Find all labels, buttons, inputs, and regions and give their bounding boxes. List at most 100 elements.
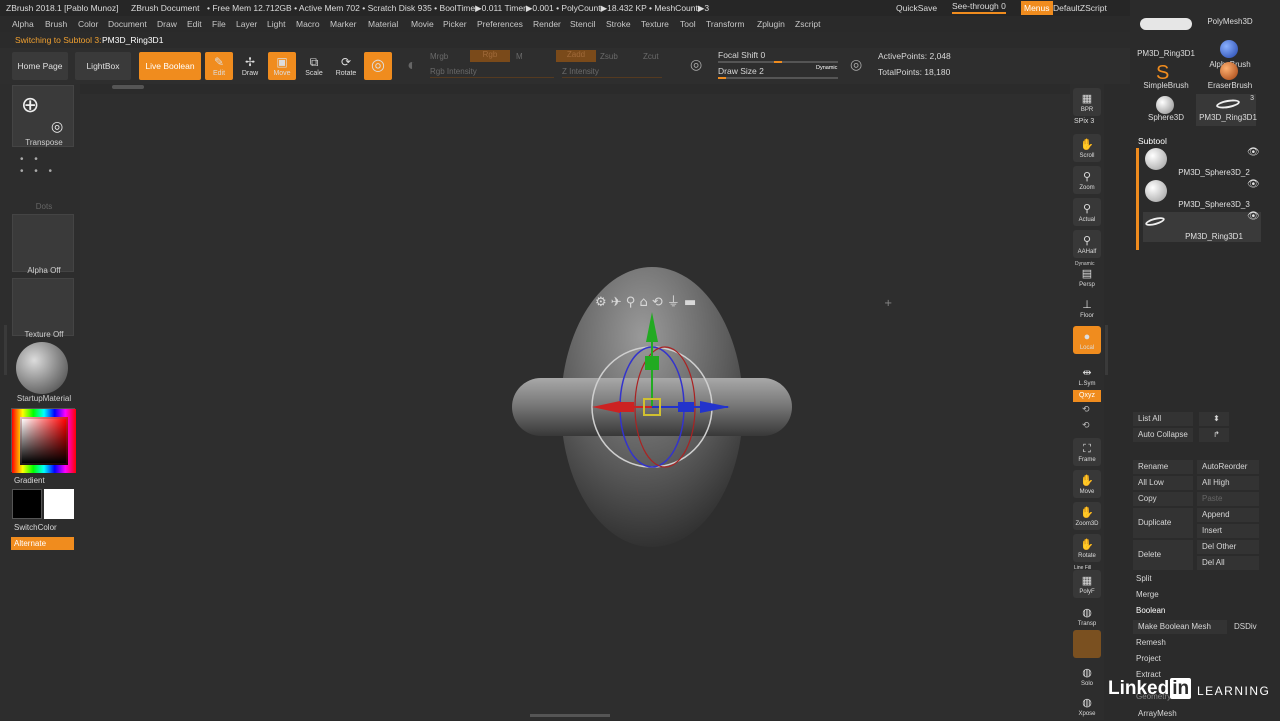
viewport-canvas[interactable]: ⚙ ✈ ⚲ ⌂ ⟲ ⏚ ▬ + xyxy=(80,94,1070,720)
menu-layer[interactable]: Layer xyxy=(236,16,257,32)
secondary-color-swatch[interactable] xyxy=(12,489,42,519)
rotate-view-button[interactable]: ✋ Rotate xyxy=(1073,534,1101,562)
rgb-toggle[interactable]: Rgb xyxy=(470,50,510,62)
arraymesh-menu[interactable]: ArrayMesh xyxy=(1133,707,1259,721)
rgb-intensity-slider[interactable]: Rgb Intensity xyxy=(430,67,477,76)
del-all-button[interactable]: Del All xyxy=(1197,556,1259,570)
visibility-eye-icon[interactable]: 👁 xyxy=(1247,179,1260,190)
project-menu[interactable]: Project xyxy=(1131,652,1259,666)
menu-preferences[interactable]: Preferences xyxy=(477,16,523,32)
simplebrush-button[interactable]: S SimpleBrush xyxy=(1134,60,1194,96)
focal-shift-slider[interactable]: Focal Shift 0 xyxy=(718,50,765,60)
transp-button[interactable]: ◍ Transp xyxy=(1073,602,1101,630)
menu-marker[interactable]: Marker xyxy=(330,16,356,32)
boolean-menu[interactable]: Boolean xyxy=(1131,604,1259,618)
switchcolor-button[interactable]: SwitchColor xyxy=(14,523,57,532)
draw-button[interactable]: ✢ Draw xyxy=(236,52,264,80)
dynamic-toggle[interactable]: Dynamic xyxy=(816,65,837,71)
polyf-button[interactable]: ▦ PolyF xyxy=(1073,570,1101,598)
gizmo-toggle[interactable]: ◎ xyxy=(364,52,392,80)
remesh-menu[interactable]: Remesh xyxy=(1131,636,1259,650)
make-boolean-mesh-button[interactable]: Make Boolean Mesh xyxy=(1133,620,1227,634)
move-down-icon[interactable]: ↱ xyxy=(1199,428,1229,442)
y-rotate-icon[interactable]: ⟲ xyxy=(1082,404,1090,415)
subtool-item-2[interactable]: PM3D_Sphere3D_3 👁 xyxy=(1143,179,1261,210)
insert-button[interactable]: Insert xyxy=(1197,524,1259,538)
menu-draw[interactable]: Draw xyxy=(157,16,177,32)
menu-macro[interactable]: Macro xyxy=(296,16,320,32)
xpose-button[interactable]: ◍ Xpose xyxy=(1073,692,1101,720)
rotate-button[interactable]: ⟳ Rotate xyxy=(332,52,360,80)
append-button[interactable]: Append xyxy=(1197,508,1259,522)
menu-movie[interactable]: Movie xyxy=(411,16,434,32)
paste-button[interactable]: Paste xyxy=(1197,492,1259,506)
subtool-item-3-selected[interactable]: PM3D_Ring3D1 👁 xyxy=(1143,211,1261,242)
actual-button[interactable]: ⚲ Actual xyxy=(1073,198,1101,226)
split-menu[interactable]: Split xyxy=(1131,572,1259,586)
all-low-button[interactable]: All Low xyxy=(1133,476,1193,490)
home-page-button[interactable]: Home Page xyxy=(12,52,68,80)
gizmo-toolbar-icons[interactable]: ⚙ ✈ ⚲ ⌂ ⟲ ⏚ ▬ xyxy=(595,295,696,310)
lightbox-button[interactable]: LightBox xyxy=(75,52,131,80)
persp-button[interactable]: ▤ Persp xyxy=(1073,266,1101,288)
tool-thumb-ring[interactable]: PM3D_Ring3D1 xyxy=(1134,10,1195,58)
floor-button[interactable]: ⊥ Floor xyxy=(1073,294,1101,322)
menu-picker[interactable]: Picker xyxy=(443,16,467,32)
texture-button[interactable] xyxy=(12,278,74,336)
bottom-tray-handle[interactable] xyxy=(530,714,610,717)
copy-button[interactable]: Copy xyxy=(1133,492,1193,506)
z-intensity-slider[interactable]: Z Intensity xyxy=(562,67,599,76)
subtool-header[interactable]: Subtool xyxy=(1138,136,1167,146)
alpha-button[interactable] xyxy=(12,214,74,272)
menu-alpha[interactable]: Alpha xyxy=(12,16,34,32)
zoom3d-button[interactable]: ✋ Zoom3D xyxy=(1073,502,1101,530)
material-button[interactable] xyxy=(12,342,74,394)
subtool-item-1[interactable]: PM3D_Sphere3D_2 👁 xyxy=(1143,147,1261,178)
visibility-eye-icon[interactable]: 👁 xyxy=(1247,211,1260,222)
xyz-button[interactable]: Qxyz xyxy=(1073,390,1101,402)
menu-stencil[interactable]: Stencil xyxy=(570,16,596,32)
right-splitter[interactable] xyxy=(1105,325,1108,375)
seethrough-slider[interactable]: See-through 0 xyxy=(952,0,1006,14)
model-viewport[interactable]: ⚙ ✈ ⚲ ⌂ ⟲ ⏚ ▬ + xyxy=(80,94,1070,720)
draw-size-slider[interactable]: Draw Size 2 xyxy=(718,66,764,76)
scroll-button[interactable]: ✋ Scroll xyxy=(1073,134,1101,162)
visibility-eye-icon[interactable]: 👁 xyxy=(1247,147,1260,158)
menu-file[interactable]: File xyxy=(212,16,226,32)
tool-ring-selected[interactable]: 3 PM3D_Ring3D1 xyxy=(1196,94,1257,126)
local-button[interactable]: ● Local xyxy=(1073,326,1101,354)
edit-button[interactable]: ✎ Edit xyxy=(205,52,233,80)
autoreorder-button[interactable]: AutoReorder xyxy=(1197,460,1259,474)
frame-button[interactable]: ⛶ Frame xyxy=(1073,438,1101,466)
zadd-toggle[interactable]: Zadd xyxy=(556,50,596,62)
menu-color[interactable]: Color xyxy=(78,16,98,32)
menu-light[interactable]: Light xyxy=(267,16,285,32)
menu-material[interactable]: Material xyxy=(368,16,398,32)
menus-toggle[interactable]: Menus xyxy=(1021,1,1053,15)
gizmo-z-handle[interactable] xyxy=(678,402,694,412)
m-toggle[interactable]: M xyxy=(516,52,523,61)
menu-zscript[interactable]: Zscript xyxy=(795,16,821,32)
menu-transform[interactable]: Transform xyxy=(706,16,744,32)
del-other-button[interactable]: Del Other xyxy=(1197,540,1259,554)
all-high-button[interactable]: All High xyxy=(1197,476,1259,490)
scroll-handle[interactable] xyxy=(112,85,144,89)
move-button[interactable]: ▣ Move xyxy=(268,52,296,80)
list-all-button[interactable]: List All xyxy=(1133,412,1193,426)
left-splitter[interactable] xyxy=(4,325,7,375)
zoom-button[interactable]: ⚲ Zoom xyxy=(1073,166,1101,194)
move-view-button[interactable]: ✋ Move xyxy=(1073,470,1101,498)
menu-brush[interactable]: Brush xyxy=(45,16,67,32)
zsub-toggle[interactable]: Zsub xyxy=(600,52,618,61)
menu-zplugin[interactable]: Zplugin xyxy=(757,16,785,32)
sphere3d-button[interactable]: Sphere3D xyxy=(1134,94,1194,126)
menu-tool[interactable]: Tool xyxy=(680,16,696,32)
ghost-button[interactable] xyxy=(1073,630,1101,658)
color-picker[interactable] xyxy=(11,408,76,473)
menu-texture[interactable]: Texture xyxy=(641,16,669,32)
zcut-toggle[interactable]: Zcut xyxy=(643,52,659,61)
duplicate-button[interactable]: Duplicate xyxy=(1133,508,1193,538)
merge-menu[interactable]: Merge xyxy=(1131,588,1259,602)
live-boolean-button[interactable]: Live Boolean xyxy=(139,52,201,80)
menu-document[interactable]: Document xyxy=(108,16,147,32)
